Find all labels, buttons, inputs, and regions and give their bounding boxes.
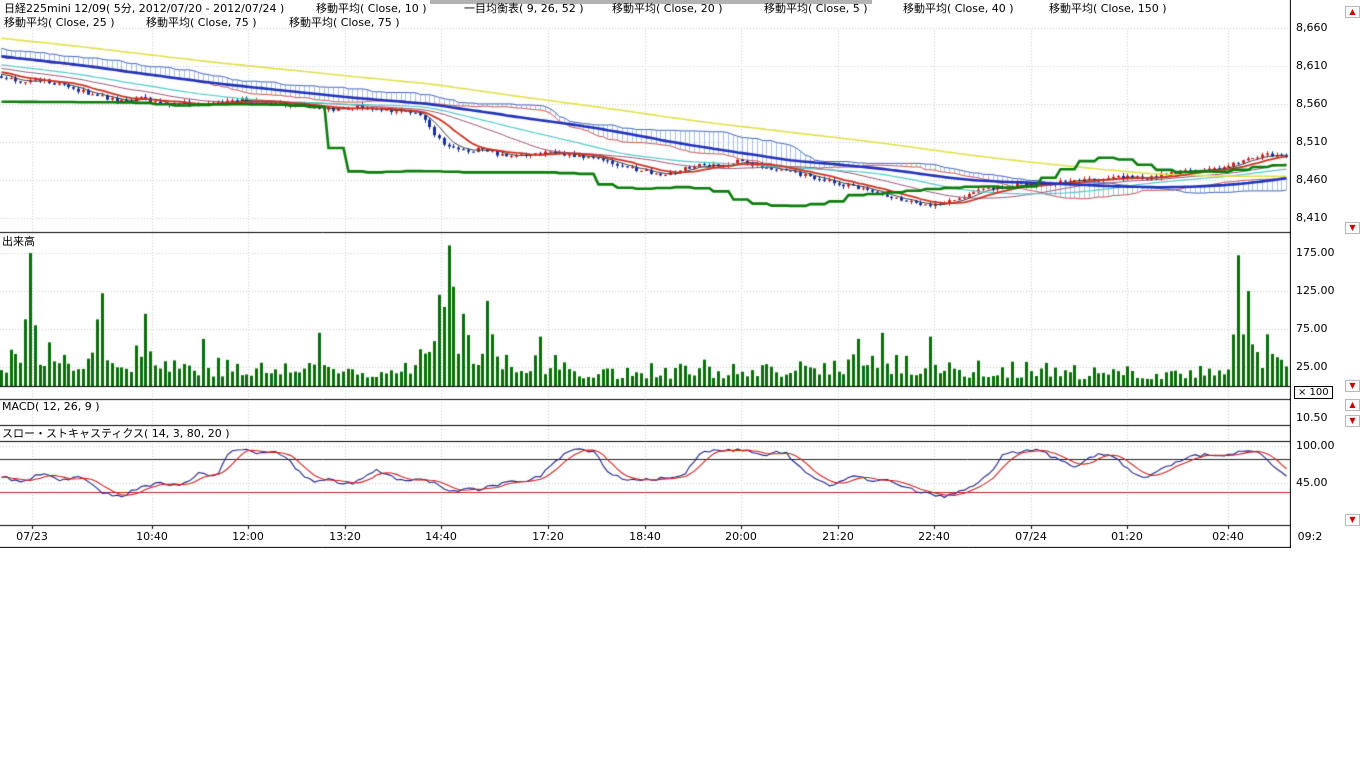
- price-axis-tick: 8,410: [1296, 212, 1328, 223]
- chart-application-window: 日経225mini 12/09( 5分, 2012/07/20 - 2012/0…: [0, 0, 1366, 768]
- time-axis-tick: 18:40: [629, 530, 661, 543]
- volume-axis-tick: 175.00: [1296, 247, 1335, 258]
- down-arrow-icon: ▼: [1349, 515, 1355, 524]
- volume-axis-tick: 125.00: [1296, 285, 1335, 296]
- volume-panel-label: 出来高: [2, 236, 35, 248]
- indicator-label-ma10: 移動平均( Close, 10 ): [316, 3, 427, 15]
- pane-scroll-down-button[interactable]: ▼: [1345, 222, 1360, 234]
- macd-axis-tick: 10.50: [1296, 412, 1328, 423]
- indicator-label-ma75-blue: 移動平均( Close, 75 ): [146, 17, 257, 29]
- indicator-label-ma5: 移動平均( Close, 5 ): [764, 3, 868, 15]
- pane-scroll-up-button[interactable]: ▲: [1345, 399, 1360, 411]
- down-arrow-icon: ▼: [1349, 416, 1355, 425]
- stoch-axis-tick: 45.00: [1296, 477, 1328, 488]
- time-axis-tick: 21:20: [822, 530, 854, 543]
- indicator-label-ma20: 移動平均( Close, 20 ): [612, 3, 723, 15]
- indicator-label-ichimoku: 一目均衡表( 9, 26, 52 ): [464, 3, 584, 15]
- time-axis-tick: 02:40: [1212, 530, 1244, 543]
- pane-scroll-down-button[interactable]: ▼: [1345, 415, 1360, 427]
- pane-scroll-up-button[interactable]: ▲: [1345, 6, 1360, 18]
- price-volume-stochastics-chart-canvas[interactable]: [0, 0, 1291, 548]
- indicator-label-ma75-green: 移動平均( Close, 75 ): [289, 17, 400, 29]
- price-axis-tick: 8,460: [1296, 174, 1328, 185]
- time-axis-tick: 09:2: [1298, 530, 1323, 543]
- up-arrow-icon: ▲: [1349, 400, 1355, 409]
- time-axis-tick: 07/23: [16, 530, 48, 543]
- price-axis-tick: 8,660: [1296, 22, 1328, 33]
- indicator-label-ma25: 移動平均( Close, 25 ): [4, 17, 115, 29]
- indicator-label-ma40: 移動平均( Close, 40 ): [903, 3, 1014, 15]
- up-arrow-icon: ▲: [1349, 7, 1355, 16]
- volume-multiplier-label: × 100: [1298, 387, 1329, 398]
- time-axis-tick: 01:20: [1111, 530, 1143, 543]
- stoch-panel-label: スロー・ストキャスティクス( 14, 3, 80, 20 ): [2, 428, 230, 440]
- down-arrow-icon: ▼: [1349, 223, 1355, 232]
- price-axis-tick: 8,560: [1296, 98, 1328, 109]
- down-arrow-icon: ▼: [1349, 381, 1355, 390]
- time-axis-tick: 13:20: [329, 530, 361, 543]
- time-axis-tick: 10:40: [136, 530, 168, 543]
- time-axis-tick: 12:00: [232, 530, 264, 543]
- chart-title: 日経225mini 12/09( 5分, 2012/07/20 - 2012/0…: [4, 3, 284, 15]
- time-axis-tick: 14:40: [425, 530, 457, 543]
- volume-axis-tick: 75.00: [1296, 323, 1328, 334]
- time-axis-tick: 07/24: [1015, 530, 1047, 543]
- stoch-axis-tick: 100.00: [1296, 440, 1335, 451]
- time-axis-tick: 20:00: [725, 530, 757, 543]
- time-axis-tick: 22:40: [918, 530, 950, 543]
- macd-panel-label: MACD( 12, 26, 9 ): [2, 401, 100, 413]
- price-axis-tick: 8,510: [1296, 136, 1328, 147]
- pane-scroll-down-button[interactable]: ▼: [1345, 514, 1360, 526]
- pane-scroll-down-button[interactable]: ▼: [1345, 380, 1360, 392]
- volume-multiplier-box: × 100: [1294, 386, 1333, 399]
- indicator-label-ma150: 移動平均( Close, 150 ): [1049, 3, 1167, 15]
- volume-axis-tick: 25.00: [1296, 361, 1328, 372]
- time-axis-tick: 17:20: [532, 530, 564, 543]
- price-axis-tick: 8,610: [1296, 60, 1328, 71]
